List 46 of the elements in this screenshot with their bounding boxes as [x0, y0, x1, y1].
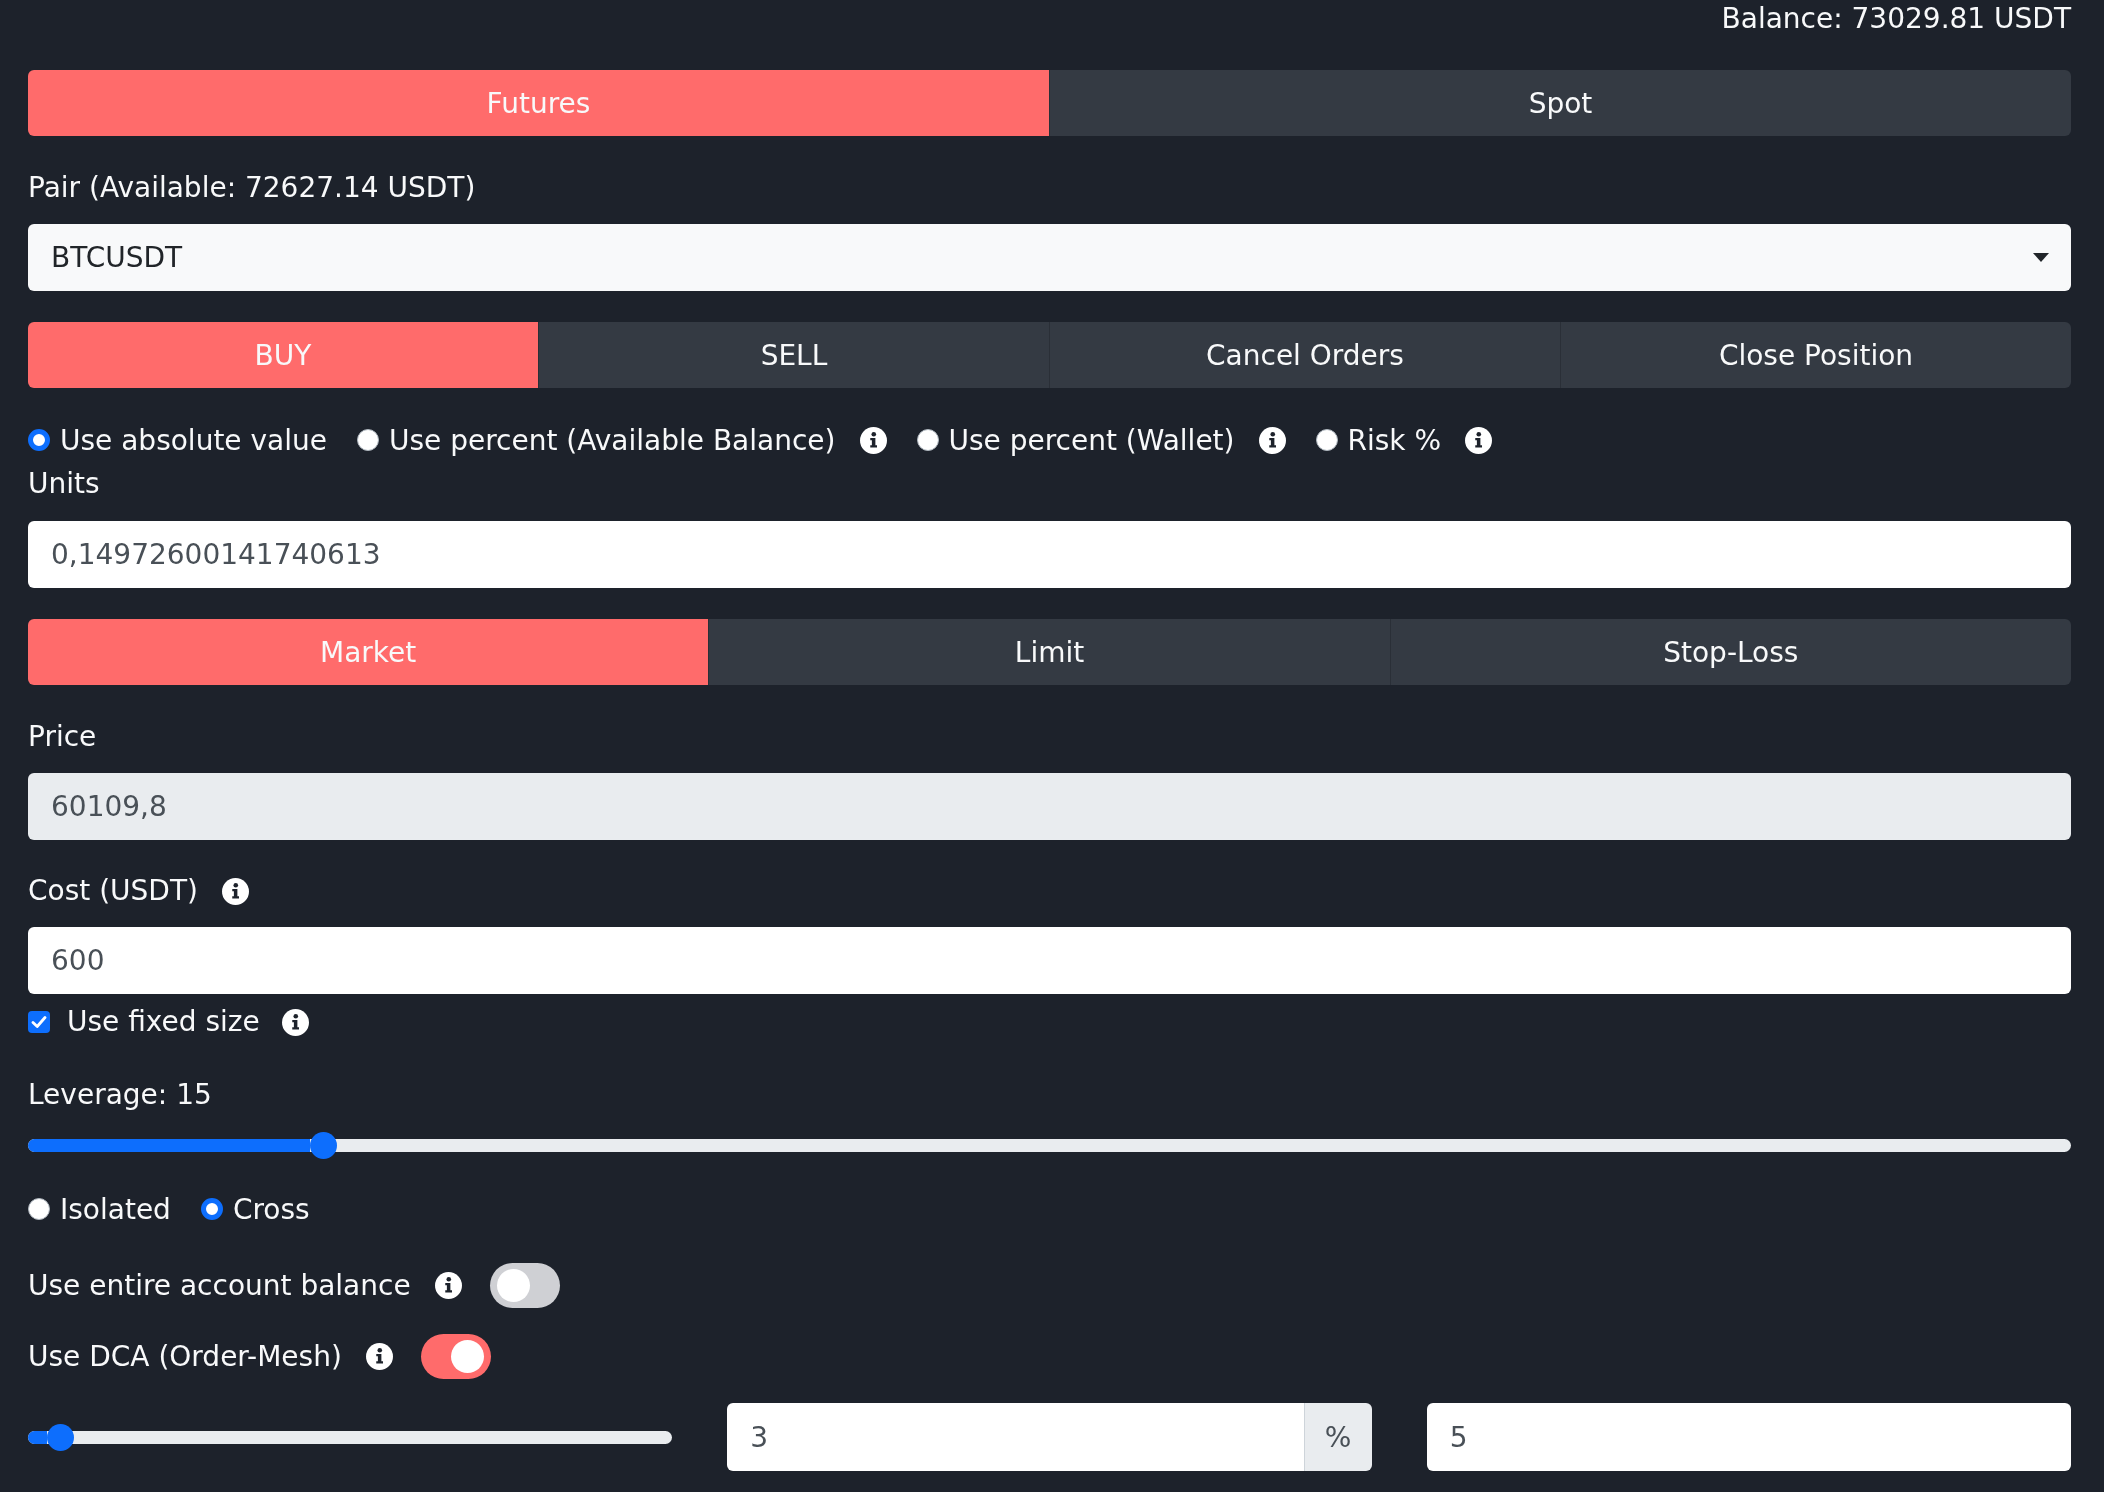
option-label[interactable]: Use percent (Wallet)	[948, 423, 1235, 457]
info-icon[interactable]	[281, 1008, 309, 1036]
order-side-tab[interactable]: SELL	[538, 322, 1049, 388]
toggle-label: Use DCA (Order-Mesh)	[28, 1340, 342, 1373]
radio-button[interactable]	[916, 429, 939, 451]
option-label[interactable]: Use percent (Available Balance)	[389, 423, 836, 457]
checkbox[interactable]	[28, 1011, 50, 1033]
input-field[interactable]: 3	[727, 1403, 1304, 1471]
order-side-tab[interactable]: Close Position	[1560, 322, 2071, 388]
input-field[interactable]: 0,14972600141740613	[28, 521, 2071, 588]
option-label[interactable]: Isolated	[60, 1192, 171, 1226]
caret-icon	[2033, 253, 2049, 262]
info-icon[interactable]	[1465, 426, 1493, 454]
radio-button[interactable]	[200, 1198, 223, 1220]
radio-button[interactable]	[28, 429, 50, 451]
option-label[interactable]: Use fixed size	[67, 1003, 260, 1041]
order-side-tab[interactable]: Cancel Orders	[1049, 322, 1560, 388]
slider-thumb[interactable]	[46, 1423, 74, 1451]
input-field[interactable]: 600	[28, 927, 2071, 994]
info-icon[interactable]	[221, 877, 249, 905]
trading-mode-tab[interactable]: Spot	[1049, 70, 2071, 136]
field-label: Pair (Available: 72627.14 USDT)	[28, 170, 476, 206]
toggle-switch[interactable]	[420, 1334, 491, 1379]
input-field[interactable]: 5	[1426, 1403, 2071, 1471]
info-icon[interactable]	[365, 1343, 393, 1370]
toggle-label: Use entire account balance	[28, 1269, 411, 1302]
info-icon[interactable]	[1258, 426, 1286, 454]
info-icon[interactable]	[434, 1272, 462, 1299]
pair-select[interactable]: BTCUSDT	[28, 224, 2071, 291]
radio-button[interactable]	[1315, 429, 1338, 451]
field-label: Price	[28, 719, 97, 755]
field-label: Cost (USDT)	[28, 873, 198, 909]
unit-addon: %	[1303, 1403, 1372, 1471]
radio-button[interactable]	[28, 1198, 50, 1220]
field-label: Units	[28, 466, 100, 502]
toggle-switch[interactable]	[489, 1263, 560, 1308]
order-type-tab[interactable]: Limit	[708, 619, 1390, 685]
order-type-tab[interactable]: Stop-Loss	[1389, 619, 2071, 685]
info-icon[interactable]	[859, 426, 887, 454]
option-label[interactable]: Cross	[232, 1192, 310, 1226]
balance-text: Balance: 73029.81 USDT	[1721, 1, 2071, 37]
radio-button[interactable]	[357, 429, 379, 451]
option-label[interactable]: Risk %	[1347, 423, 1442, 457]
slider-thumb[interactable]	[310, 1131, 338, 1159]
field-label: Leverage: 15	[28, 1077, 212, 1113]
option-label[interactable]: Use absolute value	[60, 423, 327, 457]
